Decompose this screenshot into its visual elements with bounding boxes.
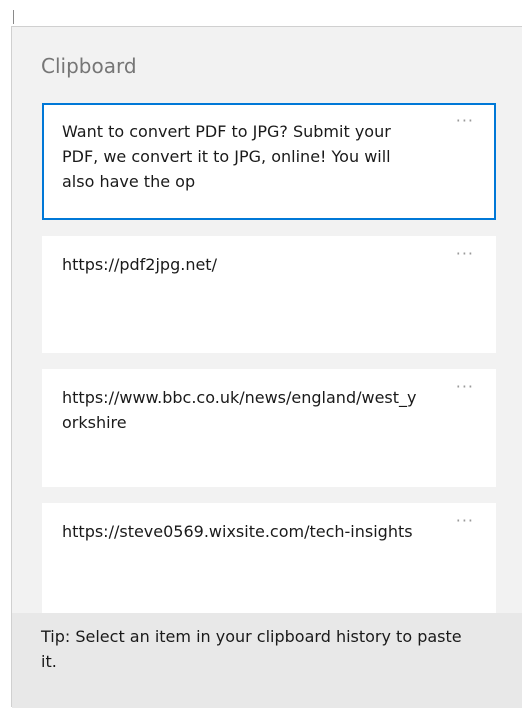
more-options-icon[interactable]: ··· [456,244,474,263]
clipboard-item-text: https://steve0569.wixsite.com/tech-insig… [62,522,413,541]
cursor-tick [13,10,14,24]
tip-bar: Tip: Select an item in your clipboard hi… [12,613,522,708]
clipboard-item[interactable]: https://steve0569.wixsite.com/tech-insig… [42,503,496,619]
clipboard-item[interactable]: https://pdf2jpg.net/ ··· [42,236,496,353]
clipboard-item[interactable]: Want to convert PDF to JPG? Submit your … [42,103,496,220]
panel-title: Clipboard [41,54,137,78]
clipboard-panel: Clipboard Want to convert PDF to JPG? Su… [11,26,522,708]
more-options-icon[interactable]: ··· [456,377,474,396]
clipboard-item-text: https://pdf2jpg.net/ [62,255,217,274]
tip-text: Tip: Select an item in your clipboard hi… [41,627,462,671]
clipboard-item-text: https://www.bbc.co.uk/news/england/west_… [62,388,417,432]
clipboard-item[interactable]: https://www.bbc.co.uk/news/england/west_… [42,369,496,487]
more-options-icon[interactable]: ··· [456,511,474,530]
more-options-icon[interactable]: ··· [456,111,474,130]
clipboard-item-text: Want to convert PDF to JPG? Submit your … [62,122,391,191]
